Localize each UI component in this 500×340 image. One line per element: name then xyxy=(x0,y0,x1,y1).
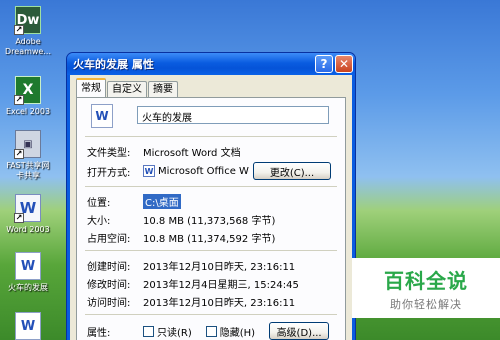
word-app-icon: W xyxy=(143,165,155,177)
created-label: 创建时间: xyxy=(87,262,131,273)
word-document-icon: W xyxy=(15,312,41,340)
window-title: 火车的发展 属性 xyxy=(73,58,154,71)
attributes-label: 属性: xyxy=(87,327,111,339)
general-panel: W 火车的发展 文件类型: Microsoft Word 文档 打开方式: W … xyxy=(76,97,346,340)
watermark: 百科全说 助你轻松解决 xyxy=(352,258,500,318)
modified-value: 2013年12月4日星期三, 15:24:45 xyxy=(143,280,299,291)
desktop-icon-label: FAST共享网 卡共享 xyxy=(6,161,50,180)
open-with-label: 打开方式: xyxy=(87,167,131,179)
modified-row: 修改时间: 2013年12月4日星期三, 15:24:45 xyxy=(87,276,299,291)
excel-icon: X ↗ xyxy=(14,76,41,105)
location-value[interactable]: C:\桌面 xyxy=(143,194,181,209)
divider xyxy=(85,136,337,137)
properties-window: 火车的发展 属性 ? ✕ 常规 自定义 摘要 W 火车的发展 文件类型: Mic… xyxy=(66,52,356,340)
help-icon: ? xyxy=(320,57,328,71)
desktop-icon-word[interactable]: W ↗ Word 2003 xyxy=(2,194,54,235)
desktop-icon-dreamweaver[interactable]: Dw ↗ Adobe Dreamwe... xyxy=(2,6,54,57)
tab-summary[interactable]: 摘要 xyxy=(148,81,178,97)
divider xyxy=(85,250,337,251)
size-on-disk-value: 10.8 MB (11,374,592 字节) xyxy=(143,234,276,245)
accessed-label: 访问时间: xyxy=(87,298,131,309)
desktop-icon-label: Word 2003 xyxy=(6,225,50,234)
created-row: 创建时间: 2013年12月10日昨天, 23:16:11 xyxy=(87,258,295,273)
watermark-title: 百科全说 xyxy=(384,268,468,293)
size-row: 大小: 10.8 MB (11,373,568 字节) xyxy=(87,212,275,227)
tab-strip: 常规 自定义 摘要 xyxy=(76,78,179,97)
word-icon: W ↗ xyxy=(14,194,41,223)
open-with-row: 打开方式: W Microsoft Office Wo 更改(C)... xyxy=(87,162,331,180)
size-on-disk-label: 占用空间: xyxy=(87,234,131,245)
help-button[interactable]: ? xyxy=(315,55,333,73)
title-bar[interactable]: 火车的发展 属性 ? ✕ xyxy=(67,53,355,75)
close-button[interactable]: ✕ xyxy=(335,55,353,73)
location-label: 位置: xyxy=(87,198,111,209)
advanced-button[interactable]: 高级(D)... xyxy=(269,322,330,340)
dreamweaver-icon: Dw ↗ xyxy=(14,6,41,35)
close-icon: ✕ xyxy=(338,57,350,71)
word-document-icon: W xyxy=(91,104,113,128)
open-with-value: W Microsoft Office Wo xyxy=(143,165,249,177)
type-label: 文件类型: xyxy=(87,148,131,159)
divider xyxy=(85,314,337,315)
network-share-icon: ▣ ↗ xyxy=(14,130,41,159)
word-document-icon: W xyxy=(15,252,41,280)
desktop-icon-fastcopy[interactable]: ▣ ↗ FAST共享网 卡共享 xyxy=(2,130,54,181)
checkbox-box[interactable] xyxy=(205,325,217,337)
size-on-disk-row: 占用空间: 10.8 MB (11,374,592 字节) xyxy=(87,230,275,245)
desktop-icon-label: Excel 2003 xyxy=(5,107,51,116)
watermark-subtitle: 助你轻松解决 xyxy=(390,297,462,311)
created-value: 2013年12月10日昨天, 23:16:11 xyxy=(143,262,296,273)
tab-custom[interactable]: 自定义 xyxy=(107,81,147,97)
desktop-icon-label: Adobe Dreamwe... xyxy=(5,37,51,56)
hidden-checkbox[interactable]: 隐藏(H) xyxy=(205,324,255,339)
desktop-icon-excel[interactable]: X ↗ Excel 2003 xyxy=(2,76,54,117)
desktop-icon-doc[interactable]: W 火车的发展 xyxy=(2,252,54,293)
attributes-row: 属性: 只读(R) 隐藏(H) 高级(D)... xyxy=(87,322,330,340)
size-value: 10.8 MB (11,373,568 字节) xyxy=(143,216,276,227)
window-client: 常规 自定义 摘要 W 火车的发展 文件类型: Microsoft Word 文… xyxy=(70,75,352,340)
tab-general[interactable]: 常规 xyxy=(76,78,106,97)
checkbox-box[interactable] xyxy=(143,325,154,337)
size-label: 大小: xyxy=(87,216,111,227)
desktop-icon-doc-2[interactable]: W xyxy=(2,312,54,340)
readonly-checkbox[interactable]: 只读(R) xyxy=(143,324,192,339)
accessed-value: 2013年12月10日昨天, 23:16:11 xyxy=(143,298,296,309)
change-button[interactable]: 更改(C)... xyxy=(253,162,331,180)
modified-label: 修改时间: xyxy=(87,280,131,291)
type-row: 文件类型: Microsoft Word 文档 xyxy=(87,144,241,159)
location-row: 位置: C:\桌面 xyxy=(87,194,181,209)
divider xyxy=(85,186,337,187)
accessed-row: 访问时间: 2013年12月10日昨天, 23:16:11 xyxy=(87,294,295,309)
type-value: Microsoft Word 文档 xyxy=(143,148,241,159)
file-name-field[interactable]: 火车的发展 xyxy=(137,106,329,124)
desktop-icon-label: 火车的发展 xyxy=(8,283,48,292)
